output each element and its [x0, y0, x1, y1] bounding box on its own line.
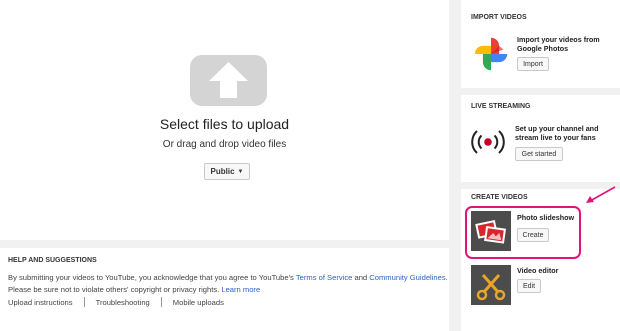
help-links: Upload instructions Troubleshooting Mobi…	[8, 297, 224, 307]
edit-video-button[interactable]: Edit	[517, 279, 541, 293]
upload-subtitle: Or drag and drop video files	[162, 139, 287, 150]
upload-title: Select files to upload	[159, 116, 290, 132]
highlight-box	[465, 206, 581, 259]
google-photos-icon	[474, 37, 508, 71]
troubleshooting-link[interactable]: Troubleshooting	[96, 298, 150, 307]
mobile-uploads-link[interactable]: Mobile uploads	[173, 298, 224, 307]
live-broadcast-icon	[471, 130, 505, 154]
live-section-title: LIVE STREAMING	[471, 103, 531, 110]
live-streaming-card: LIVE STREAMING Set up your channel and s…	[461, 95, 620, 182]
privacy-dropdown[interactable]: Public ▼	[204, 163, 250, 180]
upload-instructions-link[interactable]: Upload instructions	[8, 298, 73, 307]
help-text: .	[445, 273, 448, 282]
annotation-arrow-icon	[586, 186, 616, 203]
community-guidelines-link[interactable]: Community Guidelines	[369, 273, 445, 282]
help-text: and	[352, 273, 370, 282]
divider	[83, 297, 85, 307]
caret-down-icon: ▼	[237, 168, 244, 175]
help-title: HELP AND SUGGESTIONS	[8, 257, 97, 264]
live-description: Set up your channel and stream live to y…	[515, 124, 599, 142]
help-text: By submitting your videos to YouTube, yo…	[8, 273, 296, 282]
divider	[160, 297, 162, 307]
upload-arrow-icon[interactable]	[190, 55, 267, 106]
privacy-value: Public	[210, 167, 235, 176]
terms-of-service-link[interactable]: Terms of Service	[296, 273, 353, 282]
import-button[interactable]: Import	[517, 57, 549, 71]
help-panel: HELP AND SUGGESTIONS By submitting your …	[0, 248, 449, 331]
upload-panel[interactable]: Select files to upload Or drag and drop …	[0, 0, 449, 240]
help-text: Please be sure not to violate others' co…	[8, 285, 222, 294]
help-terms-text: By submitting your videos to YouTube, yo…	[8, 273, 448, 282]
video-editor-icon	[471, 265, 511, 305]
learn-more-link[interactable]: Learn more	[221, 285, 260, 294]
import-videos-card: IMPORT VIDEOS Import your videos from Go…	[461, 0, 620, 88]
help-copyright-text: Please be sure not to violate others' co…	[8, 285, 260, 294]
import-section-title: IMPORT VIDEOS	[471, 14, 527, 21]
import-description: Import your videos from Google Photos	[517, 35, 600, 53]
create-section-title: CREATE VIDEOS	[471, 194, 528, 201]
video-editor-label: Video editor	[517, 266, 559, 275]
get-started-button[interactable]: Get started	[515, 147, 563, 161]
